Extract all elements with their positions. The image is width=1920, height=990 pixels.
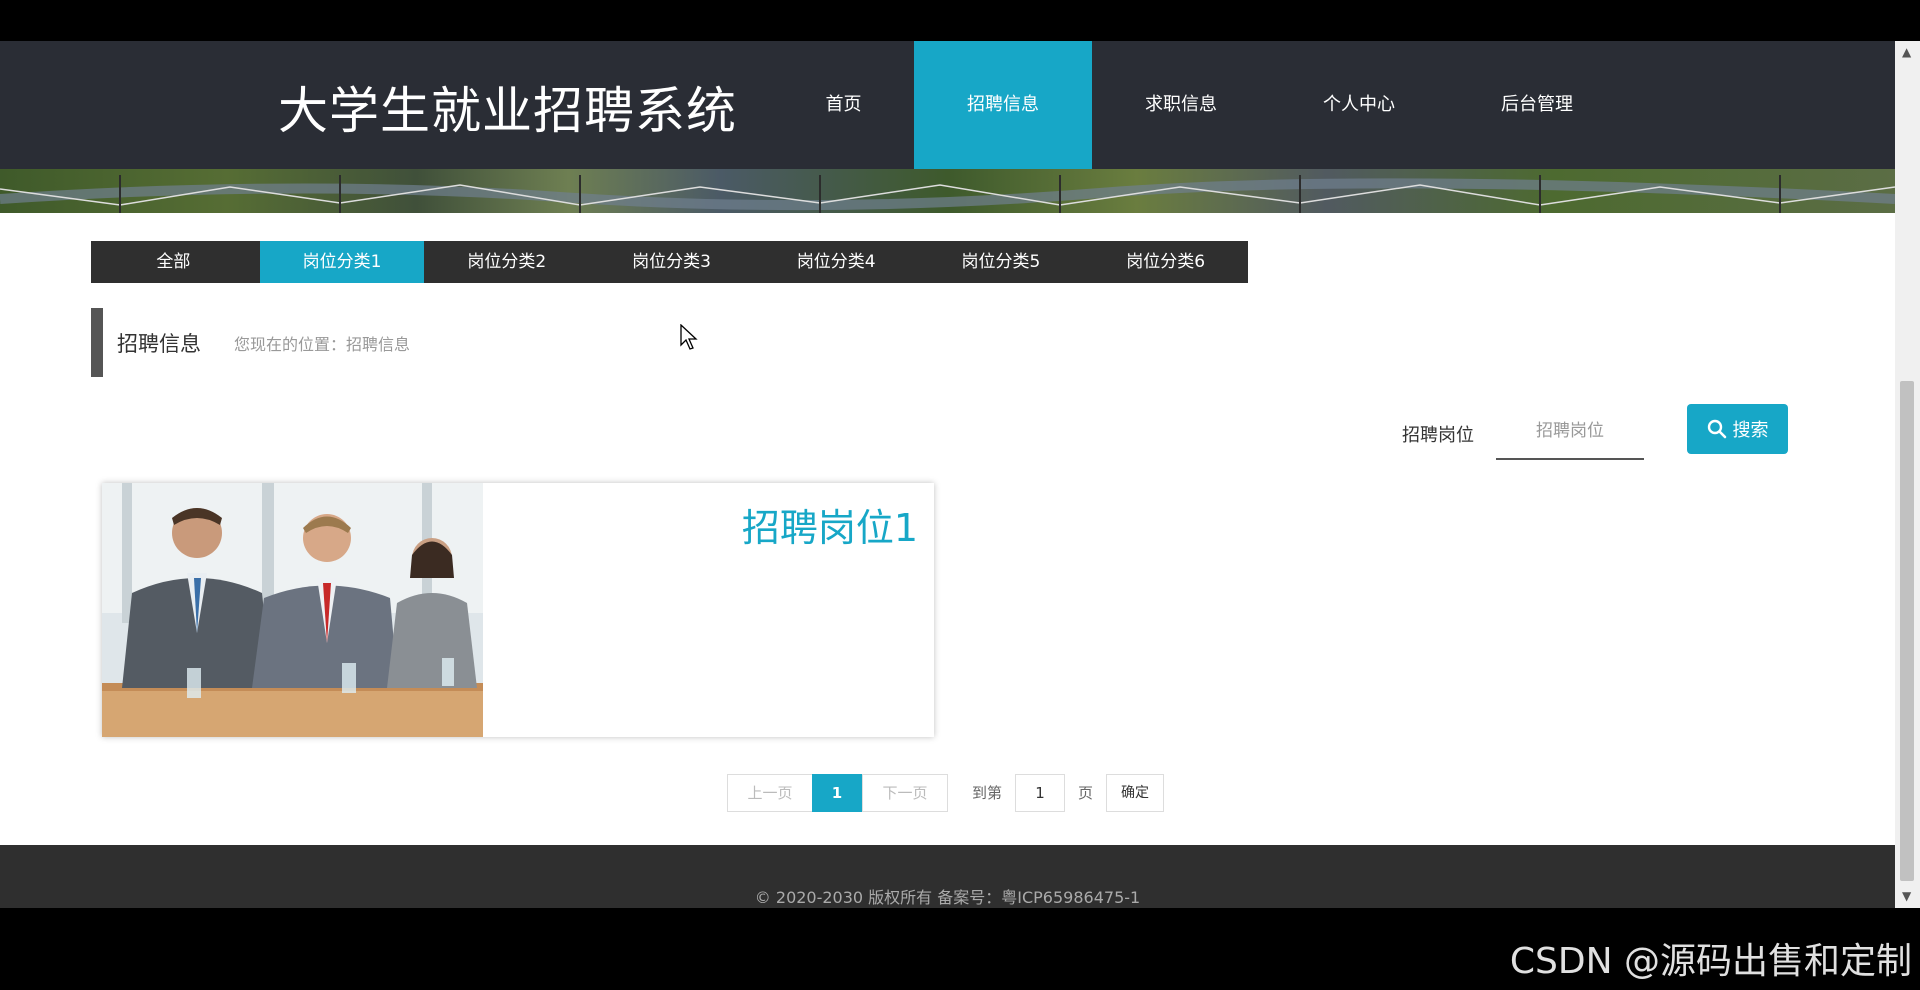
category-tab-all[interactable]: 全部 bbox=[91, 241, 256, 283]
category-tab-2[interactable]: 岗位分类2 bbox=[424, 241, 589, 283]
search-input[interactable] bbox=[1496, 404, 1644, 460]
scroll-down-arrow-icon[interactable]: ▼ bbox=[1902, 889, 1911, 903]
section-header: 招聘信息 您现在的位置：招聘信息 bbox=[91, 308, 691, 377]
category-tab-6[interactable]: 岗位分类6 bbox=[1083, 241, 1248, 283]
watermark: CSDN @源码出售和定制 bbox=[1509, 941, 1912, 982]
vertical-scrollbar[interactable]: ▲ ▼ bbox=[1895, 41, 1920, 908]
category-tab-5[interactable]: 岗位分类5 bbox=[919, 241, 1084, 283]
goto-suffix: 页 bbox=[1078, 784, 1094, 802]
category-tabs: 全部 岗位分类1 岗位分类2 岗位分类3 岗位分类4 岗位分类5 岗位分类6 bbox=[91, 241, 1248, 283]
search-icon bbox=[1707, 419, 1726, 439]
nav-job-seeking[interactable]: 求职信息 bbox=[1092, 41, 1270, 169]
section-title: 招聘信息 bbox=[117, 332, 201, 356]
nav-home[interactable]: 首页 bbox=[773, 41, 914, 169]
job-card-title[interactable]: 招聘岗位1 bbox=[742, 497, 918, 552]
site-footer: © 2020-2030 版权所有 备案号：粤ICP65986475-1 bbox=[0, 845, 1895, 908]
scrollbar-thumb[interactable] bbox=[1900, 381, 1914, 881]
category-tab-1[interactable]: 岗位分类1 bbox=[259, 241, 425, 283]
category-tab-3[interactable]: 岗位分类3 bbox=[589, 241, 754, 283]
page-1-button[interactable]: 1 bbox=[812, 774, 862, 812]
search-button-label: 搜索 bbox=[1732, 420, 1769, 441]
breadcrumb: 您现在的位置：招聘信息 bbox=[234, 335, 411, 354]
banner-image bbox=[0, 169, 1895, 213]
job-card[interactable]: 招聘岗位1 bbox=[102, 483, 934, 737]
footer-copyright: © 2020-2030 版权所有 备案号：粤ICP65986475-1 bbox=[754, 888, 1141, 907]
nav-recruitment[interactable]: 招聘信息 bbox=[914, 41, 1092, 169]
main-nav: 首页 招聘信息 求职信息 个人中心 后台管理 bbox=[773, 41, 1626, 169]
section-accent-bar bbox=[91, 308, 103, 377]
search-button[interactable]: 搜索 bbox=[1687, 404, 1788, 454]
site-header: 大学生就业招聘系统 首页 招聘信息 求职信息 个人中心 后台管理 bbox=[0, 41, 1895, 169]
nav-admin[interactable]: 后台管理 bbox=[1448, 41, 1626, 169]
nav-personal-center[interactable]: 个人中心 bbox=[1270, 41, 1448, 169]
site-title: 大学生就业招聘系统 bbox=[278, 82, 737, 140]
goto-confirm-button[interactable]: 确定 bbox=[1106, 774, 1164, 812]
job-card-photo[interactable] bbox=[102, 483, 483, 737]
goto-page-input[interactable]: 1 bbox=[1015, 774, 1065, 812]
browser-viewport: 大学生就业招聘系统 首页 招聘信息 求职信息 个人中心 后台管理 全部 岗位分类… bbox=[0, 41, 1895, 908]
goto-prefix: 到第 bbox=[972, 784, 1003, 802]
scroll-up-arrow-icon[interactable]: ▲ bbox=[1902, 45, 1911, 59]
prev-page-button[interactable]: 上一页 bbox=[727, 774, 813, 812]
next-page-button[interactable]: 下一页 bbox=[862, 774, 948, 812]
category-tab-4[interactable]: 岗位分类4 bbox=[754, 241, 919, 283]
mouse-cursor-icon bbox=[680, 324, 698, 350]
search-label: 招聘岗位 bbox=[1402, 425, 1474, 446]
